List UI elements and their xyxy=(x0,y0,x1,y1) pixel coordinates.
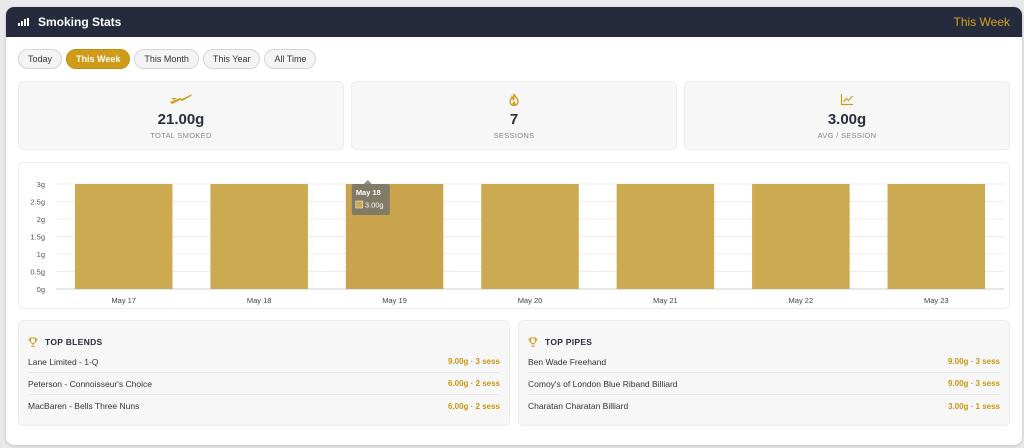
bar xyxy=(74,184,173,289)
stats-card: Smoking Stats This Week Today This Week … xyxy=(6,7,1022,445)
pipe-name: Comoy's of London Blue Riband Billiard xyxy=(528,378,678,389)
list-item[interactable]: MacBaren - Bells Three Nuns 6.00g · 2 se… xyxy=(28,395,500,417)
top-pipes-panel: TOP PIPES Ben Wade Freehand 9.00g · 3 se… xyxy=(518,320,1010,426)
tooltip-arrow xyxy=(363,180,372,184)
daily-usage-chart: 0g 0.5g 1g 1.5g 2g 2.5g 3g May 17 May 18 May 19 Ma… xyxy=(18,162,1010,309)
header-bar: Smoking Stats This Week xyxy=(6,7,1022,37)
x-tick-label: May 17 xyxy=(111,296,136,305)
bar-chart: 0g 0.5g 1g 1.5g 2g 2.5g 3g May 17 May 18 May 19 Ma… xyxy=(30,180,1004,305)
list-item[interactable]: Charatan Charatan Billiard 3.00g · 1 ses… xyxy=(528,395,1000,417)
list-item[interactable]: Comoy's of London Blue Riband Billiard 9… xyxy=(528,373,1000,395)
blend-name: Peterson - Connoisseur's Choice xyxy=(28,378,152,389)
trophy-icon xyxy=(528,337,538,347)
stat-label: TOTAL SMOKED xyxy=(150,131,212,140)
x-tick-label: May 18 xyxy=(247,296,272,305)
period-filters: Today This Week This Month This Year All… xyxy=(18,49,317,69)
stat-value: 3.00g xyxy=(827,111,867,128)
signal-bars-icon xyxy=(18,18,29,26)
y-tick-label: 1.5g xyxy=(30,233,45,242)
stat-avg-session: 3.00g AVG / SESSION xyxy=(684,81,1010,150)
pipe-usage: 9.00g · 3 sess xyxy=(947,357,1000,366)
stat-value: 21.00g xyxy=(157,111,205,128)
stat-label: SESSIONS xyxy=(493,131,535,140)
y-tick-label: 3g xyxy=(37,180,45,189)
x-tick-label: May 19 xyxy=(382,296,407,305)
panel-title: TOP PIPES xyxy=(545,337,593,347)
filter-today[interactable]: Today xyxy=(18,49,63,69)
blend-usage: 6.00g · 2 sess xyxy=(447,379,500,388)
bar xyxy=(752,184,850,289)
flame-icon xyxy=(508,92,520,106)
stat-total-smoked: 21.00g TOTAL SMOKED xyxy=(18,81,344,150)
blend-name: MacBaren - Bells Three Nuns xyxy=(28,401,140,411)
tooltip-value: 3.00g xyxy=(365,201,384,210)
weight-icon xyxy=(168,92,194,106)
y-tick-label: 1g xyxy=(37,250,45,259)
x-tick-label: May 23 xyxy=(924,296,949,305)
pipe-name: Ben Wade Freehand xyxy=(528,356,607,367)
current-period: This Week xyxy=(953,15,1010,29)
list-item[interactable]: Ben Wade Freehand 9.00g · 3 sess xyxy=(528,351,1000,373)
page-title: Smoking Stats xyxy=(38,15,122,29)
bar xyxy=(616,184,715,289)
filter-all-time[interactable]: All Time xyxy=(264,49,317,69)
stat-sessions: 7 SESSIONS xyxy=(351,81,677,150)
x-tick-label: May 21 xyxy=(653,296,678,305)
blend-usage: 6.00g · 2 sess xyxy=(447,401,500,411)
bar xyxy=(481,184,579,289)
stat-value: 7 xyxy=(509,111,519,128)
list-item[interactable]: Peterson - Connoisseur's Choice 6.00g · … xyxy=(28,373,500,395)
bar xyxy=(887,184,986,289)
stat-label: AVG / SESSION xyxy=(817,131,877,140)
trend-chart-icon xyxy=(840,92,854,106)
tooltip-title: May 18 xyxy=(356,188,381,197)
x-tick-label: May 22 xyxy=(789,296,814,305)
trophy-icon xyxy=(28,337,38,347)
y-tick-label: 2.5g xyxy=(30,198,45,207)
filter-this-year[interactable]: This Year xyxy=(202,49,261,69)
pipe-usage: 3.00g · 1 sess xyxy=(947,401,1000,411)
filter-this-week[interactable]: This Week xyxy=(66,49,131,69)
x-tick-label: May 20 xyxy=(518,296,543,305)
y-tick-label: 0.5g xyxy=(30,268,45,277)
y-tick-label: 2g xyxy=(37,215,45,224)
tooltip-swatch xyxy=(355,200,364,209)
blend-name: Lane Limited - 1-Q xyxy=(28,356,99,367)
top-blends-panel: TOP BLENDS Lane Limited - 1-Q 9.00g · 3 … xyxy=(18,320,510,426)
blend-usage: 9.00g · 3 sess xyxy=(447,357,500,366)
panel-title: TOP BLENDS xyxy=(45,337,103,347)
bar xyxy=(210,184,308,289)
list-item[interactable]: Lane Limited - 1-Q 9.00g · 3 sess xyxy=(28,351,500,373)
pipe-usage: 9.00g · 3 sess xyxy=(947,379,1000,388)
y-tick-label: 0g xyxy=(37,285,45,294)
pipe-name: Charatan Charatan Billiard xyxy=(528,401,629,411)
filter-this-month[interactable]: This Month xyxy=(134,49,199,69)
